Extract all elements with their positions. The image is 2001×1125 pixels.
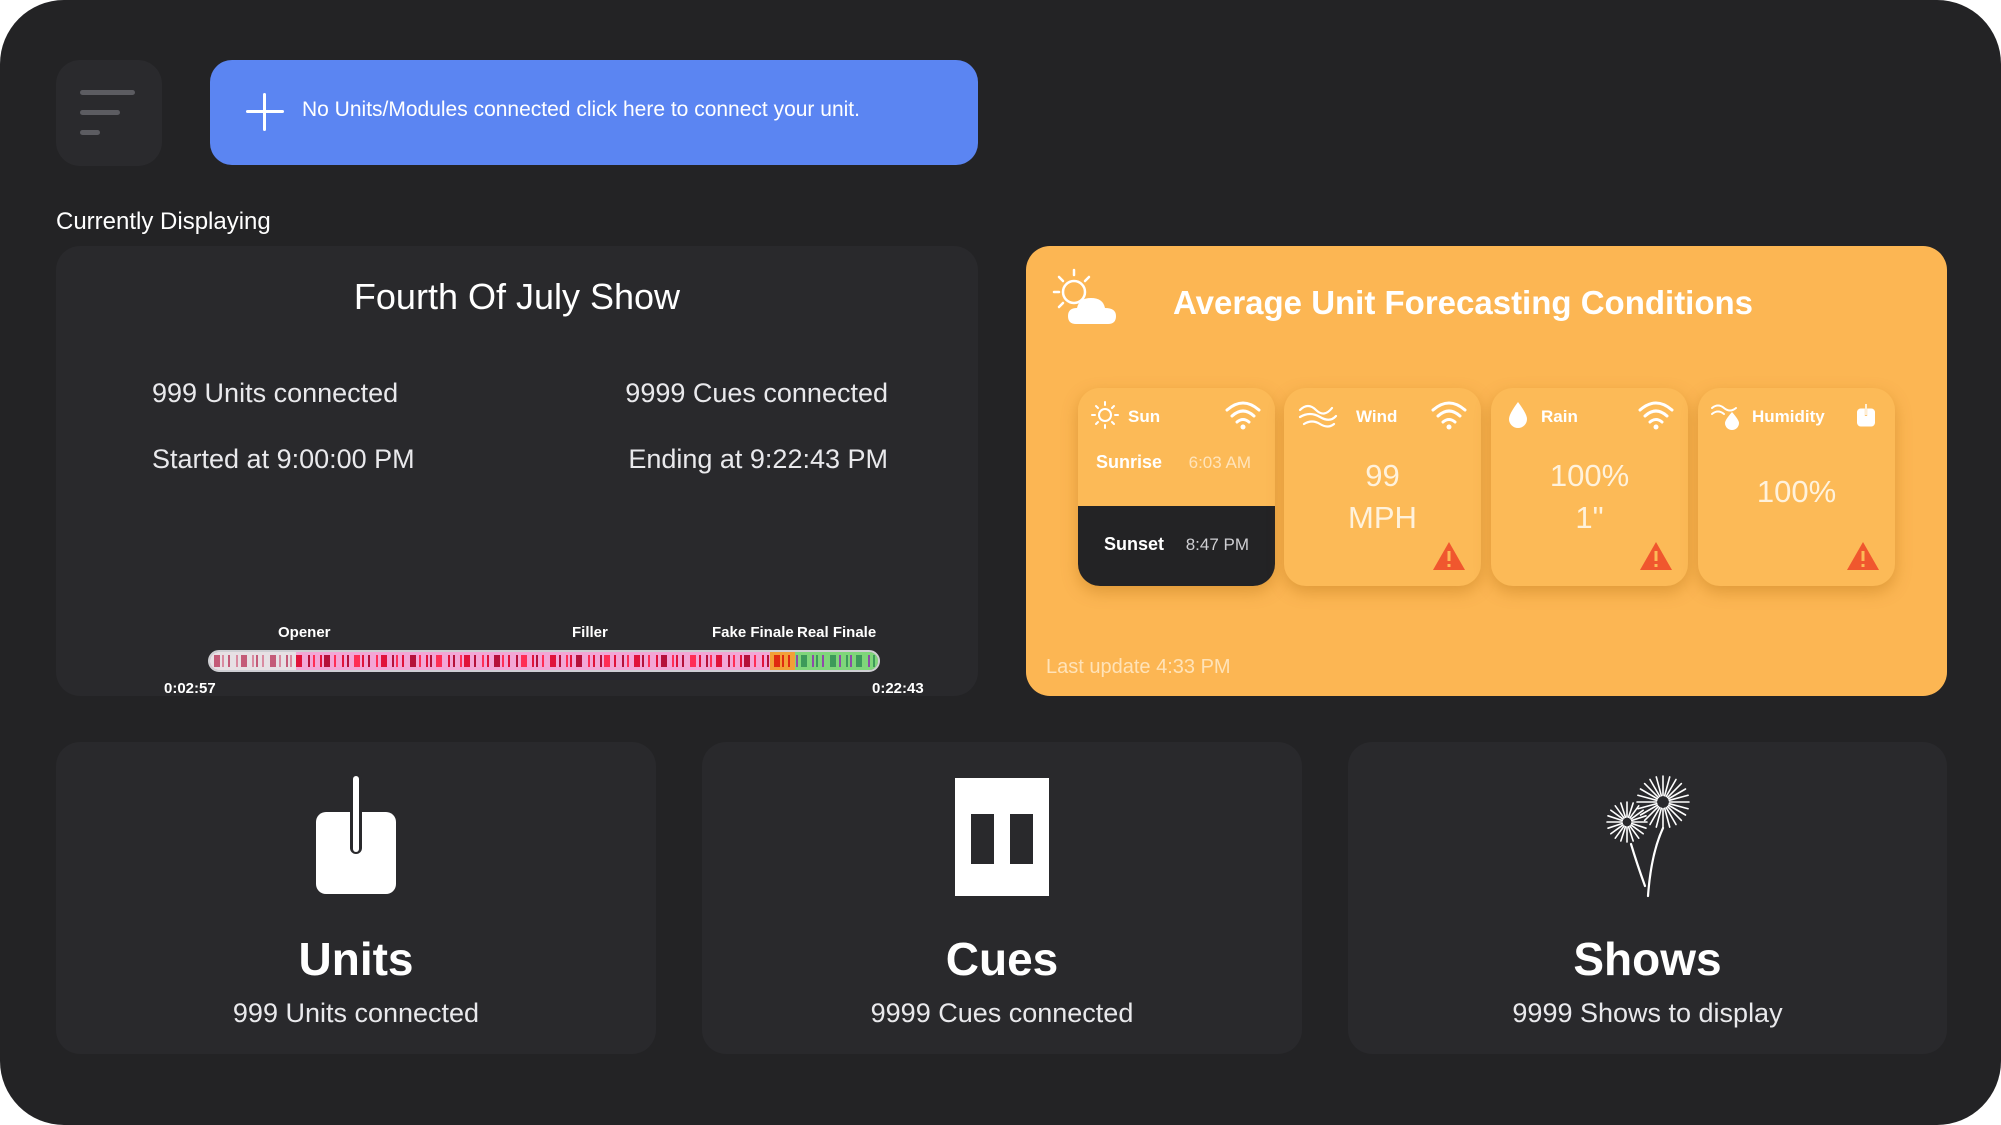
raindrop-icon: [1509, 402, 1527, 428]
wind-icon: [1298, 404, 1338, 428]
show-units-connected: 999 Units connected: [152, 378, 399, 408]
sunrise-label: Sunrise: [1096, 452, 1163, 472]
wind-tile[interactable]: Wind 99 MPH: [1284, 388, 1481, 586]
menu-button[interactable]: [56, 60, 162, 166]
last-update: Last update 4:33 PM: [1046, 656, 1231, 678]
show-start-time: Started at 9:00:00 PM: [152, 444, 415, 474]
shows-card-subtitle: 9999 Shows to display: [1512, 998, 1783, 1028]
sunrise-time: 6:03 AM: [1188, 453, 1251, 472]
warning-icon: [1640, 542, 1672, 570]
timeline-segment-opener: Opener: [278, 624, 331, 641]
sunset-label: Sunset: [1104, 534, 1165, 554]
timeline-segment-real-finale: Real Finale: [797, 624, 877, 641]
current-show-card[interactable]: Fourth Of July Show 999 Units connected …: [56, 246, 978, 697]
sun-tile[interactable]: Sun Sunrise 6:03 AM Sunset 8:47 PM: [1078, 388, 1275, 586]
wifi-icon: [1638, 401, 1674, 430]
shows-card-title: Shows: [1573, 933, 1722, 985]
forecast-title: Average Unit Forecasting Conditions: [1173, 284, 1754, 321]
connect-unit-banner[interactable]: No Units/Modules connected click here to…: [210, 60, 978, 165]
timeline-segment-filler: Filler: [572, 624, 608, 641]
wifi-icon: [1225, 401, 1261, 430]
timeline-bar[interactable]: [208, 650, 880, 672]
partly-cloudy-icon: [1052, 268, 1116, 324]
forecast-card[interactable]: Average Unit Forecasting Conditions Sun: [1026, 246, 1947, 696]
shows-card[interactable]: Shows 9999 Shows to display: [1348, 742, 1947, 1054]
humidity-value: 100%: [1756, 474, 1837, 509]
rain-tile[interactable]: Rain 100% 1": [1491, 388, 1688, 586]
section-label: Currently Displaying: [56, 208, 271, 235]
rain-label: Rain: [1541, 407, 1578, 426]
units-card-subtitle: 999 Units connected: [232, 998, 480, 1028]
timeline-segment-fake-finale: Fake Finale: [712, 624, 794, 641]
menu-icon: [80, 90, 135, 95]
show-end-time: Ending at 9:22:43 PM: [628, 444, 888, 474]
units-card[interactable]: Units 999 Units connected: [56, 742, 656, 1054]
menu-icon-line-2: [80, 110, 120, 115]
device-icon: [1857, 404, 1875, 427]
unit-module-icon: [316, 774, 396, 894]
warning-icon: [1433, 542, 1465, 570]
sun-label: Sun: [1128, 407, 1161, 426]
show-title: Fourth Of July Show: [353, 276, 681, 317]
plus-icon: [246, 93, 284, 131]
sunset-time: 8:47 PM: [1185, 535, 1249, 554]
wind-speed: 99: [1365, 458, 1400, 493]
rain-chance: 100%: [1549, 458, 1630, 493]
humidity-label: Humidity: [1752, 407, 1825, 426]
menu-icon-line-3: [80, 130, 100, 135]
cues-card-title: Cues: [945, 933, 1059, 985]
wifi-icon: [1431, 401, 1467, 430]
rain-amount: 1": [1575, 500, 1604, 535]
humidity-tile[interactable]: Humidity 100%: [1698, 388, 1895, 586]
warning-icon: [1847, 542, 1879, 570]
app-window: No Units/Modules connected click here to…: [0, 0, 2001, 1125]
connect-banner-text: No Units/Modules connected click here to…: [302, 98, 860, 121]
wind-unit: MPH: [1348, 500, 1417, 535]
show-timeline[interactable]: Opener Filler Fake Finale Real Finale 0:…: [152, 624, 936, 697]
timeline-start-time: 0:02:57: [164, 680, 216, 697]
wind-label: Wind: [1356, 407, 1398, 426]
humidity-icon: [1711, 404, 1739, 430]
sun-icon: [1091, 401, 1119, 429]
timeline-end-time: 0:22:43: [872, 680, 924, 697]
cues-card[interactable]: Cues 9999 Cues connected: [702, 742, 1302, 1054]
units-card-title: Units: [298, 933, 414, 985]
cues-card-subtitle: 9999 Cues connected: [870, 998, 1134, 1028]
cue-module-icon: [955, 778, 1049, 896]
fireworks-icon: [1605, 775, 1690, 898]
show-cues-connected: 9999 Cues connected: [625, 378, 888, 408]
